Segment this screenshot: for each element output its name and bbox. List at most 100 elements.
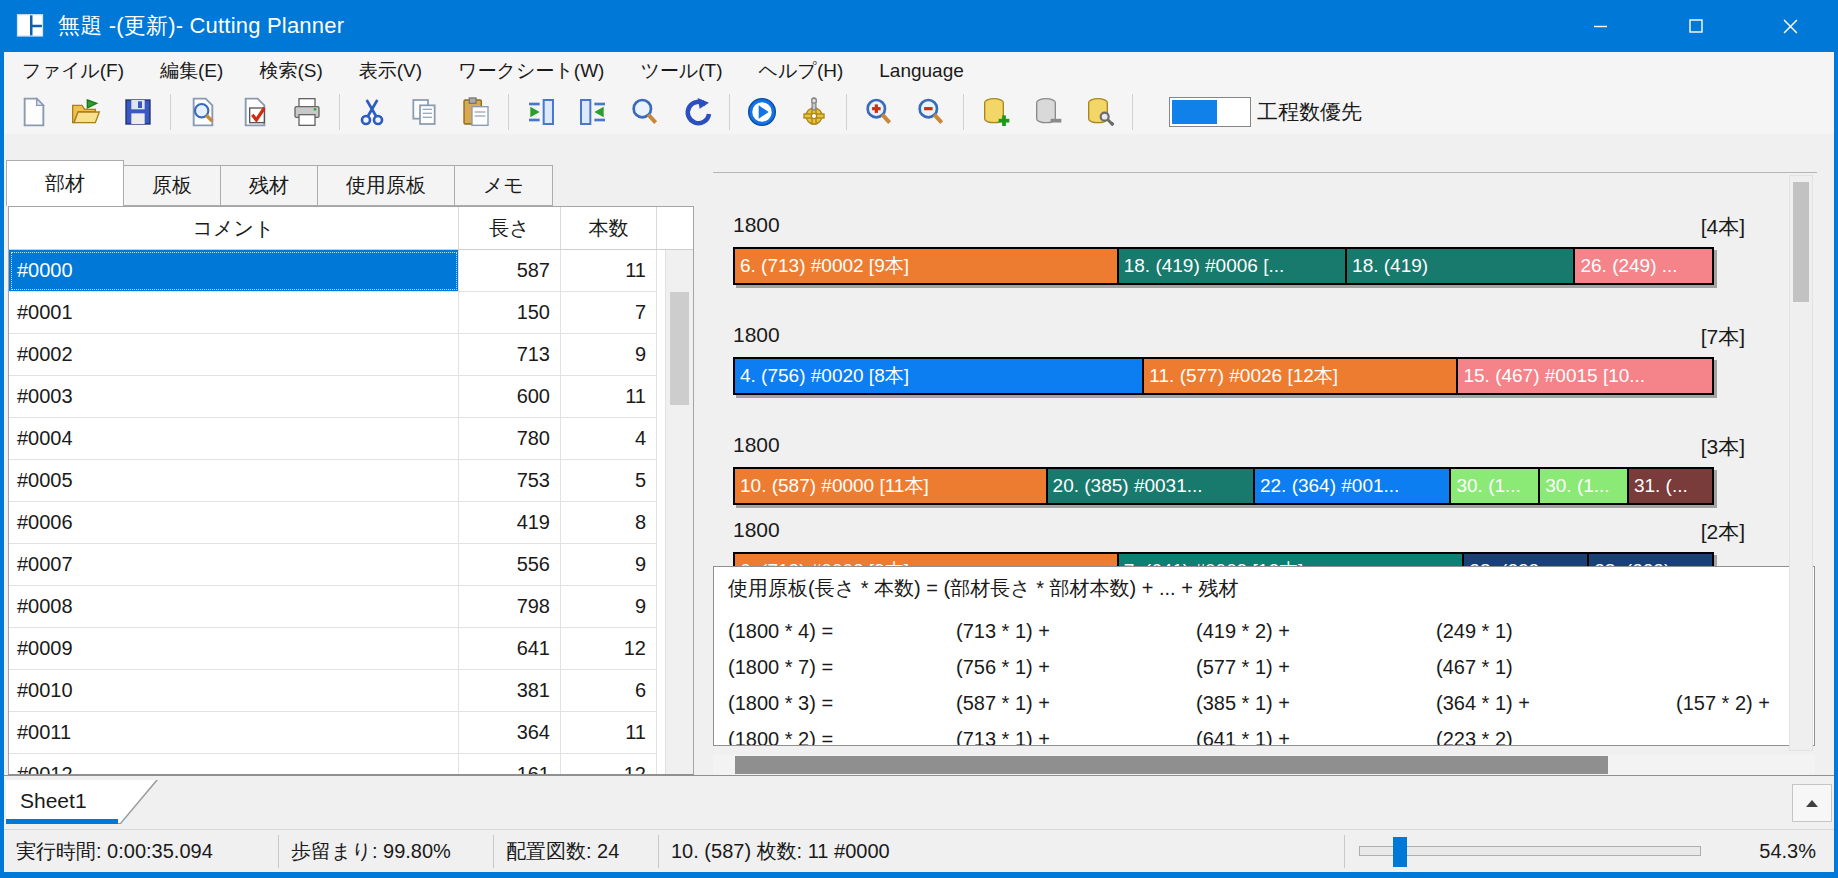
bar-segment[interactable]: 18. (419) #0006 [... [1117, 249, 1345, 283]
new-document-button[interactable] [8, 91, 60, 133]
bar-segment[interactable]: 11. (577) #0026 [12本] [1142, 359, 1456, 393]
table-row[interactable]: #00075569 [9, 544, 665, 586]
scroll-up-button[interactable] [1792, 784, 1832, 822]
close-button[interactable] [1743, 0, 1838, 52]
formula-cell: (419 * 2) + [1196, 620, 1436, 643]
bar-segment[interactable]: 30. (1... [1538, 469, 1627, 503]
menu-item-5[interactable]: ワークシート(W) [440, 52, 622, 90]
diagram-row-labels: 1800[2本] [733, 518, 1745, 546]
menu-item-4[interactable]: 表示(V) [341, 52, 440, 90]
run-settings-button[interactable] [788, 91, 840, 133]
page-check-icon [239, 96, 271, 128]
zoom-in-button[interactable] [853, 91, 905, 133]
left-panel-tabs: 部材原板残材使用原板メモ [6, 160, 553, 206]
column-header-3[interactable]: 本数 [561, 207, 657, 249]
maximize-button[interactable] [1648, 0, 1743, 52]
undo-button[interactable] [671, 91, 723, 133]
insert-row-after-button[interactable] [567, 91, 619, 133]
table-scrollbar-thumb[interactable] [670, 292, 689, 405]
database-add-button[interactable] [970, 91, 1022, 133]
find-button[interactable] [619, 91, 671, 133]
menu-item-7[interactable]: ヘルプ(H) [741, 52, 862, 90]
progress-slider-thumb[interactable] [1393, 837, 1407, 867]
cell-length: 600 [459, 376, 561, 418]
paste-icon [460, 96, 492, 128]
insert-row-before-button[interactable] [515, 91, 567, 133]
print-preview-button[interactable] [177, 91, 229, 133]
menu-item-1[interactable]: ファイル(F) [4, 52, 142, 90]
bar-segment[interactable]: 15. (467) #0015 [10... [1456, 359, 1712, 393]
diagram-scrollbar-thumb[interactable] [1793, 182, 1809, 302]
bar-segment[interactable]: 26. (249) ... [1573, 249, 1712, 283]
table-row[interactable]: #00027139 [9, 334, 665, 376]
bar-segment[interactable]: 18. (419) [1345, 249, 1573, 283]
table-row[interactable]: #00103816 [9, 670, 665, 712]
formula-cell: (1800 * 2) = [728, 728, 956, 747]
table-row[interactable]: #00047804 [9, 418, 665, 460]
database-remove-button[interactable] [1022, 91, 1074, 133]
paste-button[interactable] [450, 91, 502, 133]
table-row[interactable]: #00011507 [9, 292, 665, 334]
cell-length: 713 [459, 334, 561, 376]
table-row[interactable]: #00087989 [9, 586, 665, 628]
minimize-button[interactable] [1553, 0, 1648, 52]
window-border-bottom [0, 872, 1838, 878]
formula-cell: (1800 * 4) = [728, 620, 956, 643]
priority-indicator[interactable] [1169, 97, 1251, 127]
table-row[interactable]: #000058711 [9, 250, 665, 292]
diagram-hscrollbar-thumb[interactable] [735, 756, 1608, 774]
cell-count: 8 [561, 502, 657, 544]
save-file-button[interactable] [112, 91, 164, 133]
menu-item-6[interactable]: ツール(T) [622, 52, 740, 90]
bar-segment[interactable]: 6. (713) #0002 [9本] [735, 249, 1117, 283]
cell-comment: #0002 [9, 334, 459, 376]
copy-button[interactable] [398, 91, 450, 133]
bar-segment[interactable]: 31. (... [1627, 469, 1712, 503]
bar-segment[interactable]: 4. (756) #0020 [8本] [735, 359, 1142, 393]
toolbar-separator [1132, 94, 1133, 130]
bar-segment[interactable]: 30. (1... [1449, 469, 1538, 503]
zoom-in-icon [863, 96, 895, 128]
menu-item-2[interactable]: 編集(E) [142, 52, 241, 90]
table-row[interactable]: #001136411 [9, 712, 665, 754]
tab-メモ[interactable]: メモ [455, 165, 553, 206]
bar-segment[interactable]: 10. (587) #0000 [11本] [735, 469, 1046, 503]
status-progress-zone: 54.3% [1345, 830, 1834, 872]
formula-cell: (223 * 2) [1436, 728, 1676, 747]
menu-item-3[interactable]: 検索(S) [241, 52, 340, 90]
column-header-1[interactable]: コメント [9, 207, 459, 249]
table-row[interactable]: #000360011 [9, 376, 665, 418]
table-row[interactable]: #000964112 [9, 628, 665, 670]
progress-slider-track[interactable] [1359, 846, 1701, 856]
cell-length: 161 [459, 754, 561, 774]
piece-count-label: [7本] [1701, 323, 1745, 351]
tab-使用原板[interactable]: 使用原板 [318, 165, 455, 206]
open-file-button[interactable] [60, 91, 112, 133]
zoom-out-button[interactable] [905, 91, 957, 133]
cell-count: 11 [561, 250, 657, 292]
title-bar: 無題 -(更新)- Cutting Planner [0, 0, 1838, 52]
column-header-2[interactable]: 長さ [459, 207, 561, 249]
tab-残材[interactable]: 残材 [221, 165, 318, 206]
sheet-tab-bar: Sheet1 [4, 775, 1834, 829]
menu-item-8[interactable]: Language [861, 52, 982, 90]
sheet-tab-label[interactable]: Sheet1 [20, 789, 87, 813]
table-row[interactable]: #00057535 [9, 460, 665, 502]
left-panel: 部材原板残材使用原板メモ コメント長さ本数 #000058711#0001150… [4, 134, 709, 775]
close-icon [1783, 19, 1798, 34]
table-row[interactable]: #001216112 [9, 754, 665, 774]
tab-原板[interactable]: 原板 [124, 165, 221, 206]
run-calculation-button[interactable] [736, 91, 788, 133]
cell-comment: #0001 [9, 292, 459, 334]
tab-部材[interactable]: 部材 [6, 160, 124, 206]
table-vertical-scrollbar[interactable] [665, 250, 693, 774]
bar-segment[interactable]: 22. (364) #001... [1253, 469, 1449, 503]
page-check-button[interactable] [229, 91, 281, 133]
diagram-horizontal-scrollbar[interactable] [713, 755, 1815, 775]
diagram-vertical-scrollbar[interactable] [1789, 175, 1813, 751]
print-button[interactable] [281, 91, 333, 133]
database-key-button[interactable] [1074, 91, 1126, 133]
table-row[interactable]: #00064198 [9, 502, 665, 544]
cut-button[interactable] [346, 91, 398, 133]
bar-segment[interactable]: 20. (385) #0031... [1046, 469, 1253, 503]
